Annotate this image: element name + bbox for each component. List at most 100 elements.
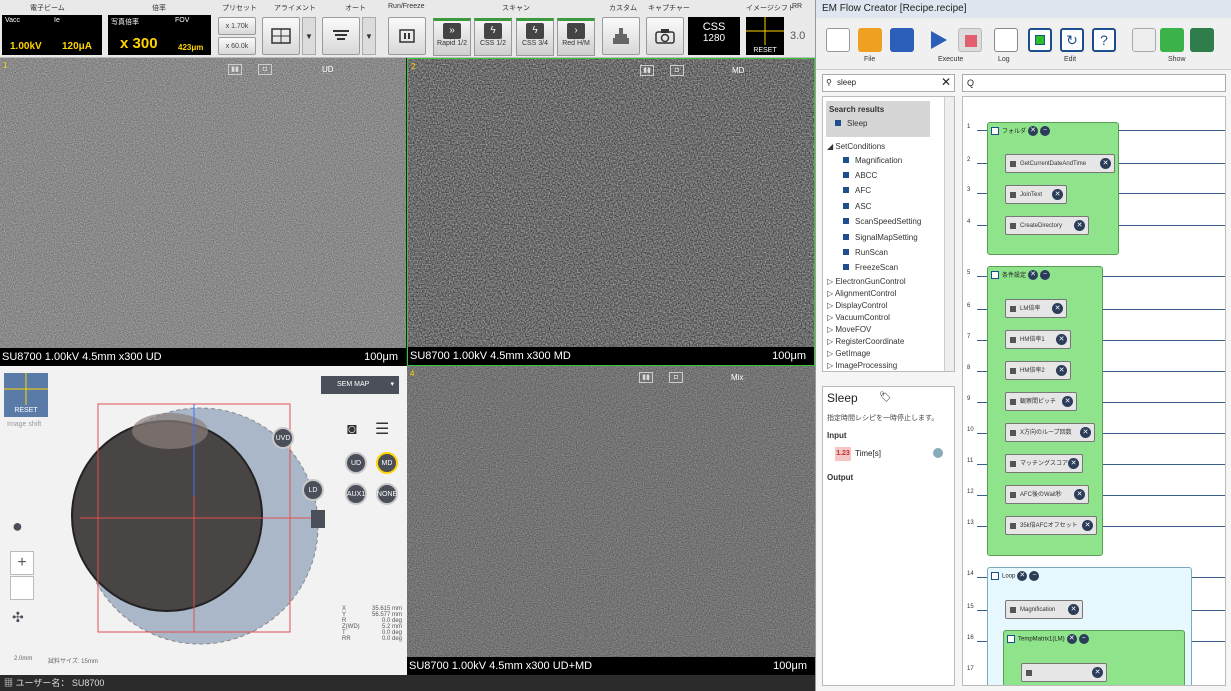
scan-red-button[interactable]: › Red H/M <box>557 18 595 56</box>
condition-icon[interactable]: ? <box>1092 28 1116 52</box>
group-icon[interactable] <box>1028 28 1052 52</box>
ud-button[interactable]: UD <box>345 452 367 474</box>
tree-group[interactable]: ▷ AlignmentControl <box>827 289 896 298</box>
tree-item[interactable]: AFC <box>843 186 871 195</box>
flow-node[interactable]: 35k倍AFCオフセット ✕ <box>1005 516 1097 535</box>
none-button[interactable]: NONE <box>376 483 398 505</box>
panel-caption-text: SU8700 1.00kV 4.5mm x300 UD+MD <box>409 660 593 672</box>
preset-2-button[interactable]: x 60.0k <box>218 37 256 55</box>
tree-item-sleep[interactable]: Sleep <box>835 119 867 128</box>
flow-node[interactable]: HM倍率2 ✕ <box>1005 361 1071 380</box>
tree-group[interactable]: ▷ DisplayControl <box>827 301 887 310</box>
stop-button[interactable] <box>958 28 982 52</box>
tree-item[interactable]: RunScan <box>843 248 888 257</box>
rr-value[interactable]: 3.0 <box>790 30 805 42</box>
flow-node[interactable]: AFC後のWait秒 ✕ <box>1005 485 1089 504</box>
zoom-in-button[interactable]: + <box>10 551 34 575</box>
tree-group[interactable]: ▷ ElectronGunControl <box>827 277 906 286</box>
tree-item[interactable]: ScanSpeedSetting <box>843 217 921 226</box>
tree-item[interactable]: ABCC <box>843 171 877 180</box>
flow-node[interactable]: ✕ <box>1021 663 1107 682</box>
loop-icon[interactable]: ↻ <box>1060 28 1084 52</box>
aux1-button[interactable]: AUX1 <box>345 483 367 505</box>
preset-1-button[interactable]: x 1.70k <box>218 17 256 35</box>
uvd-button[interactable]: UVD <box>272 427 294 449</box>
pin-icon[interactable]: ● <box>12 516 23 537</box>
panel-signal-tag[interactable]: Mix <box>731 373 743 382</box>
tree-group[interactable]: ▷ VacuumControl <box>827 313 890 322</box>
stage-map[interactable] <box>60 386 350 656</box>
close-icon[interactable]: ✕ <box>941 74 951 90</box>
flow-node[interactable]: Magnification ✕ <box>1005 600 1083 619</box>
panel-pause-icon[interactable]: ▮▮ <box>639 372 653 383</box>
open-folder-icon[interactable] <box>858 28 882 52</box>
scan-css12-button[interactable]: ϟ CSS 1/2 <box>474 18 512 56</box>
play-icon[interactable] <box>926 28 950 52</box>
tree-item[interactable]: FreezeScan <box>843 263 898 272</box>
grid-icon[interactable]: ▦ <box>4 678 13 688</box>
image-panel-mix[interactable]: 4 ▮▮ ◘ Mix SU8700 1.00kV 4.5mm x300 UD+M… <box>407 366 815 675</box>
scan-rapid-button[interactable]: » Rapid 1/2 <box>433 18 471 56</box>
flow-node[interactable]: LM倍率 ✕ <box>1005 299 1067 318</box>
info-icon[interactable] <box>933 448 943 458</box>
panel-camera-icon[interactable]: ◘ <box>670 65 684 76</box>
flow-node[interactable]: GetCurrentDateAndTime ✕ <box>1005 154 1115 173</box>
custom-label: カスタム <box>609 5 637 12</box>
flow-node[interactable]: JoinText ✕ <box>1005 185 1067 204</box>
list-view-icon[interactable] <box>1132 28 1156 52</box>
panel-camera-icon[interactable]: ◘ <box>669 372 683 383</box>
image-panel-md[interactable]: 2 ▮▮ ◘ MD SU8700 1.00kV 4.5mm x300 MD 10… <box>407 58 815 366</box>
window-view-icon[interactable] <box>1190 28 1214 52</box>
panel-pause-icon[interactable]: ▮▮ <box>640 65 654 76</box>
custom-button[interactable] <box>602 17 640 55</box>
menu-icon[interactable]: ☰ <box>375 419 389 439</box>
flow-view-icon[interactable] <box>1160 28 1184 52</box>
auto-dropdown[interactable]: ▼ <box>362 17 376 55</box>
flow-node[interactable]: マッチングスコア ✕ <box>1005 454 1083 473</box>
beam-readout[interactable]: Vacc Ie 1.00kV 120μA <box>2 15 102 55</box>
fit-icon[interactable]: ✣ <box>12 609 24 626</box>
tree-group[interactable]: ▷ ImageProcessing <box>827 361 897 370</box>
tree-item[interactable]: SignalMapSetting <box>843 233 918 242</box>
delete-icon: ✕ <box>1056 365 1067 376</box>
panel-camera-icon[interactable]: ◘ <box>258 64 272 75</box>
function-search-input[interactable]: ⚲ sleep ✕ <box>822 74 955 92</box>
flow-node[interactable]: HM倍率1 ✕ <box>1005 330 1071 349</box>
panel-pause-icon[interactable]: ▮▮ <box>228 64 242 75</box>
tree-group[interactable]: ▷ GetImage <box>827 349 871 358</box>
sem-image-mix <box>407 366 815 675</box>
alignment-dropdown[interactable]: ▼ <box>302 17 316 55</box>
run-freeze-button[interactable] <box>388 17 426 55</box>
log-icon[interactable] <box>994 28 1018 52</box>
md-button[interactable]: MD <box>376 452 398 474</box>
css-display[interactable]: CSS 1280 <box>688 17 740 55</box>
flow-node[interactable]: X方向のループ回数 ✕ <box>1005 423 1095 442</box>
camera-icon[interactable]: ◙ <box>347 421 357 439</box>
save-icon[interactable] <box>890 28 914 52</box>
alignment-button[interactable] <box>262 17 300 55</box>
imageshift-reset-button[interactable]: RESET <box>746 17 784 55</box>
auto-button[interactable] <box>322 17 360 55</box>
tree-item[interactable]: ASC <box>843 202 871 211</box>
panel-signal-tag[interactable]: MD <box>732 66 744 75</box>
ld-button[interactable]: LD <box>302 479 324 501</box>
tree-scrollbar[interactable] <box>944 97 954 371</box>
tree-item[interactable]: Magnification <box>843 156 902 165</box>
mag-readout[interactable]: 写真倍率 FOV x 300 423μm <box>108 15 211 55</box>
param-type-badge: 1.23 <box>835 447 851 461</box>
scan-css34-button[interactable]: ϟ CSS 3/4 <box>516 18 554 56</box>
new-file-icon[interactable] <box>826 28 850 52</box>
zoom-out-button[interactable] <box>10 576 34 600</box>
tree-group-setconditions[interactable]: ◢ SetConditions <box>827 142 885 151</box>
flow-node[interactable]: 観察間ピッチ ✕ <box>1005 392 1077 411</box>
capture-button[interactable] <box>646 17 684 55</box>
image-shift-reset-button[interactable]: RESET <box>4 373 48 417</box>
tree-group[interactable]: ▷ MoveFOV <box>827 325 871 334</box>
panel-signal-tag[interactable]: UD <box>322 65 334 74</box>
flow-node[interactable]: CreateDirectory ✕ <box>1005 216 1089 235</box>
tag-icon[interactable]: 🏷 <box>879 392 892 403</box>
flow-search-input[interactable]: Q <box>962 74 1226 92</box>
image-panel-ud[interactable]: 1 ▮▮ ◘ UD SU8700 1.00kV 4.5mm x300 UD 10… <box>0 58 406 366</box>
flow-canvas[interactable]: 1 2 3 4 5 6 7 8 9 10 11 12 13 14 15 16 1… <box>962 96 1226 686</box>
tree-group[interactable]: ▷ RegisterCoordinate <box>827 337 904 346</box>
